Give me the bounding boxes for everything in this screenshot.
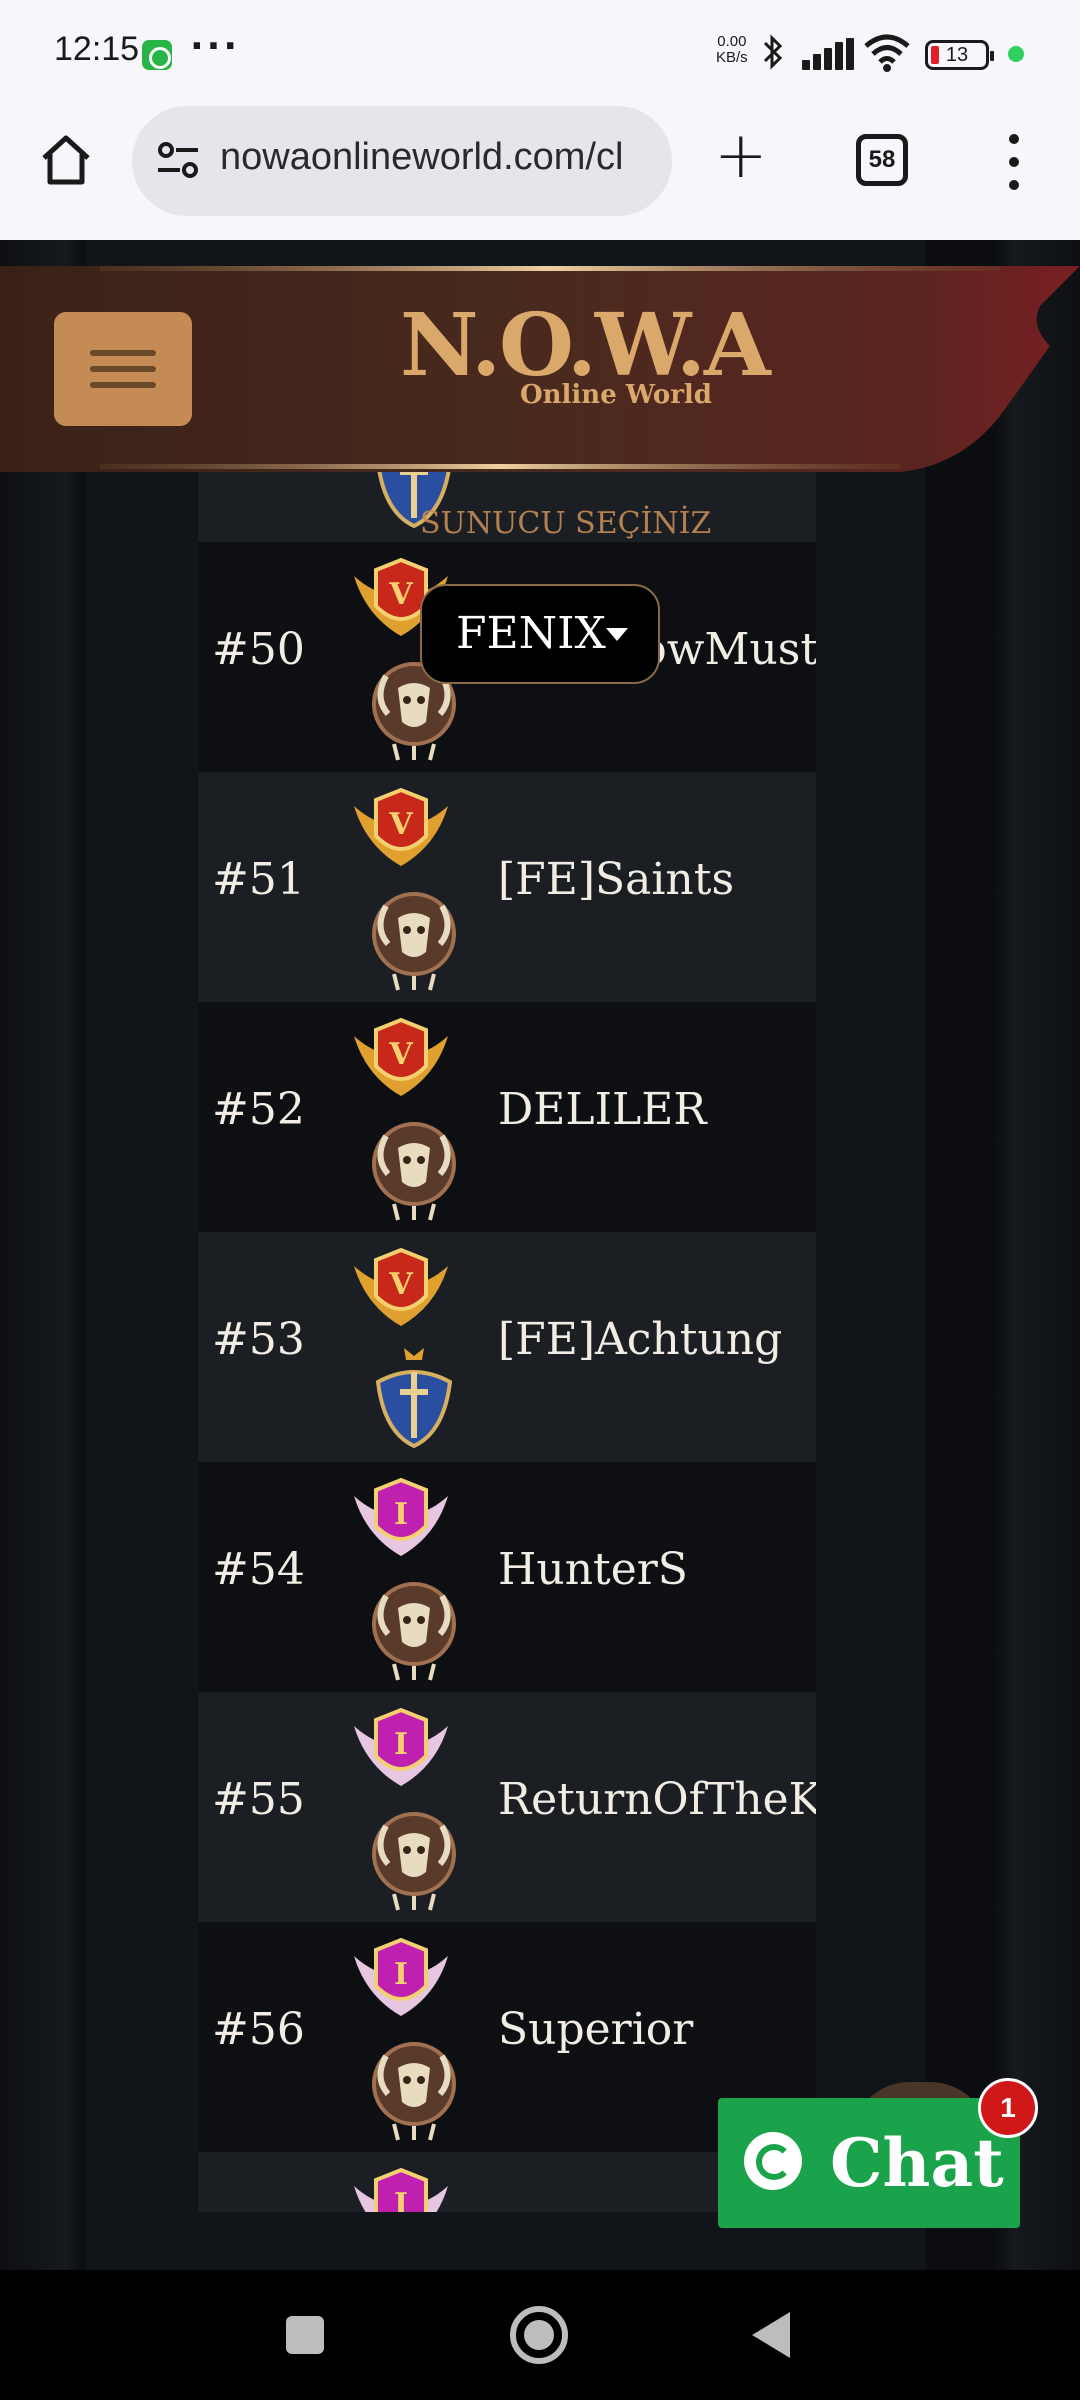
skull-emblem-icon [364,1572,464,1682]
ranking-row[interactable]: #51 V [FE]Saints [198,772,816,1002]
system-navigation-bar [0,2270,1080,2400]
tab-switcher-button[interactable]: 58 [856,134,908,186]
skull-emblem-icon [364,1802,464,1912]
chat-label: Chat [830,2124,1004,2202]
network-speed-value: 0.00 [717,33,747,50]
chevron-down-icon [606,628,628,641]
home-button[interactable] [36,130,96,190]
skull-emblem-icon [364,882,464,992]
gold-rank-badge-icon: V [346,1016,456,1102]
rank-number: #54 [212,1544,305,1595]
ranking-row[interactable]: #52 V DELILER [198,1002,816,1232]
wifi-icon [864,34,910,72]
skull-emblem-icon [364,1112,464,1222]
clock: 12:15 [54,30,140,68]
purple-rank-badge-icon: I [346,2166,456,2212]
clan-name[interactable]: ReturnOfTheKing [498,1774,816,1825]
server-dropdown-value: FENIX [456,608,606,659]
home-nav-button[interactable] [510,2306,568,2364]
new-tab-button[interactable]: + [714,124,768,188]
ranking-row[interactable]: #54 I HunterS [198,1462,816,1692]
web-content: #49V[FE]ATATURK#50VTheShowMustGo#51V[FE]… [0,240,1080,2270]
clan-name[interactable]: [FE]Achtung [498,1314,782,1365]
address-bar[interactable]: nowaonlineworld.com/cl [132,106,672,216]
rank-number: #51 [212,854,305,905]
chat-unread-badge: 1 [978,2078,1038,2138]
svg-text:I: I [394,1727,408,1762]
svg-text:I: I [394,1497,408,1532]
chat-button[interactable]: Chat [718,2098,1020,2228]
more-notifications-icon: ··· [190,26,241,67]
battery-indicator: 13 [925,40,994,70]
svg-text:V: V [388,577,413,612]
network-speed-unit: KB/s [716,49,748,66]
home-icon [42,135,90,185]
whatsapp-notification-icon [142,40,172,70]
clan-name[interactable]: Superior [498,2004,693,2055]
rank-number: #50 [212,624,305,675]
gold-rank-badge-icon: V [346,786,456,872]
chat-bubble-icon [744,2132,802,2190]
rank-number: #56 [212,2004,305,2055]
logo-subtitle: Online World [520,380,712,410]
svg-text:I: I [394,1957,408,1992]
rank-number: #52 [212,1084,305,1135]
privacy-indicator-dot [1008,46,1024,62]
browser-toolbar: nowaonlineworld.com/cl + 58 [0,106,1080,240]
status-bar: 12:15 ··· 0.00 KB/s 13 [0,0,1080,106]
purple-rank-badge-icon: I [346,1476,456,1562]
svg-text:I: I [394,2187,408,2212]
gold-rank-badge-icon: V [346,1246,456,1332]
svg-text:V: V [388,1037,413,1072]
ranking-row[interactable]: #53 V [FE]Achtung [198,1232,816,1462]
skull-emblem-icon [364,2032,464,2142]
clan-name[interactable]: [FE]Saints [498,854,734,905]
cellular-signal-icon [802,38,854,70]
purple-rank-badge-icon: I [346,1706,456,1792]
browser-menu-button[interactable] [1004,134,1024,190]
menu-button[interactable] [54,312,192,426]
clan-name[interactable]: DELILER [498,1084,706,1135]
svg-text:V: V [388,807,413,842]
svg-text:V: V [388,1267,413,1302]
rank-number: #55 [212,1774,305,1825]
recent-apps-button[interactable] [286,2316,324,2354]
bluetooth-icon [762,34,784,79]
site-settings-icon[interactable] [154,136,202,184]
purple-rank-badge-icon: I [346,1936,456,2022]
shield-emblem-icon [364,1342,464,1452]
server-dropdown[interactable]: FENIX [420,584,660,684]
server-select-label: SUNUCU SEÇİNİZ [420,506,712,541]
site-logo[interactable]: N.O.W.A Online World [400,296,771,426]
ranking-row[interactable]: #55 I ReturnOfTheKing [198,1692,816,1922]
back-button[interactable] [752,2312,790,2358]
url-text: nowaonlineworld.com/cl [220,136,624,178]
clan-name[interactable]: HunterS [498,1544,688,1595]
rank-number: #53 [212,1314,305,1365]
network-speed: 0.00 KB/s [716,34,748,66]
